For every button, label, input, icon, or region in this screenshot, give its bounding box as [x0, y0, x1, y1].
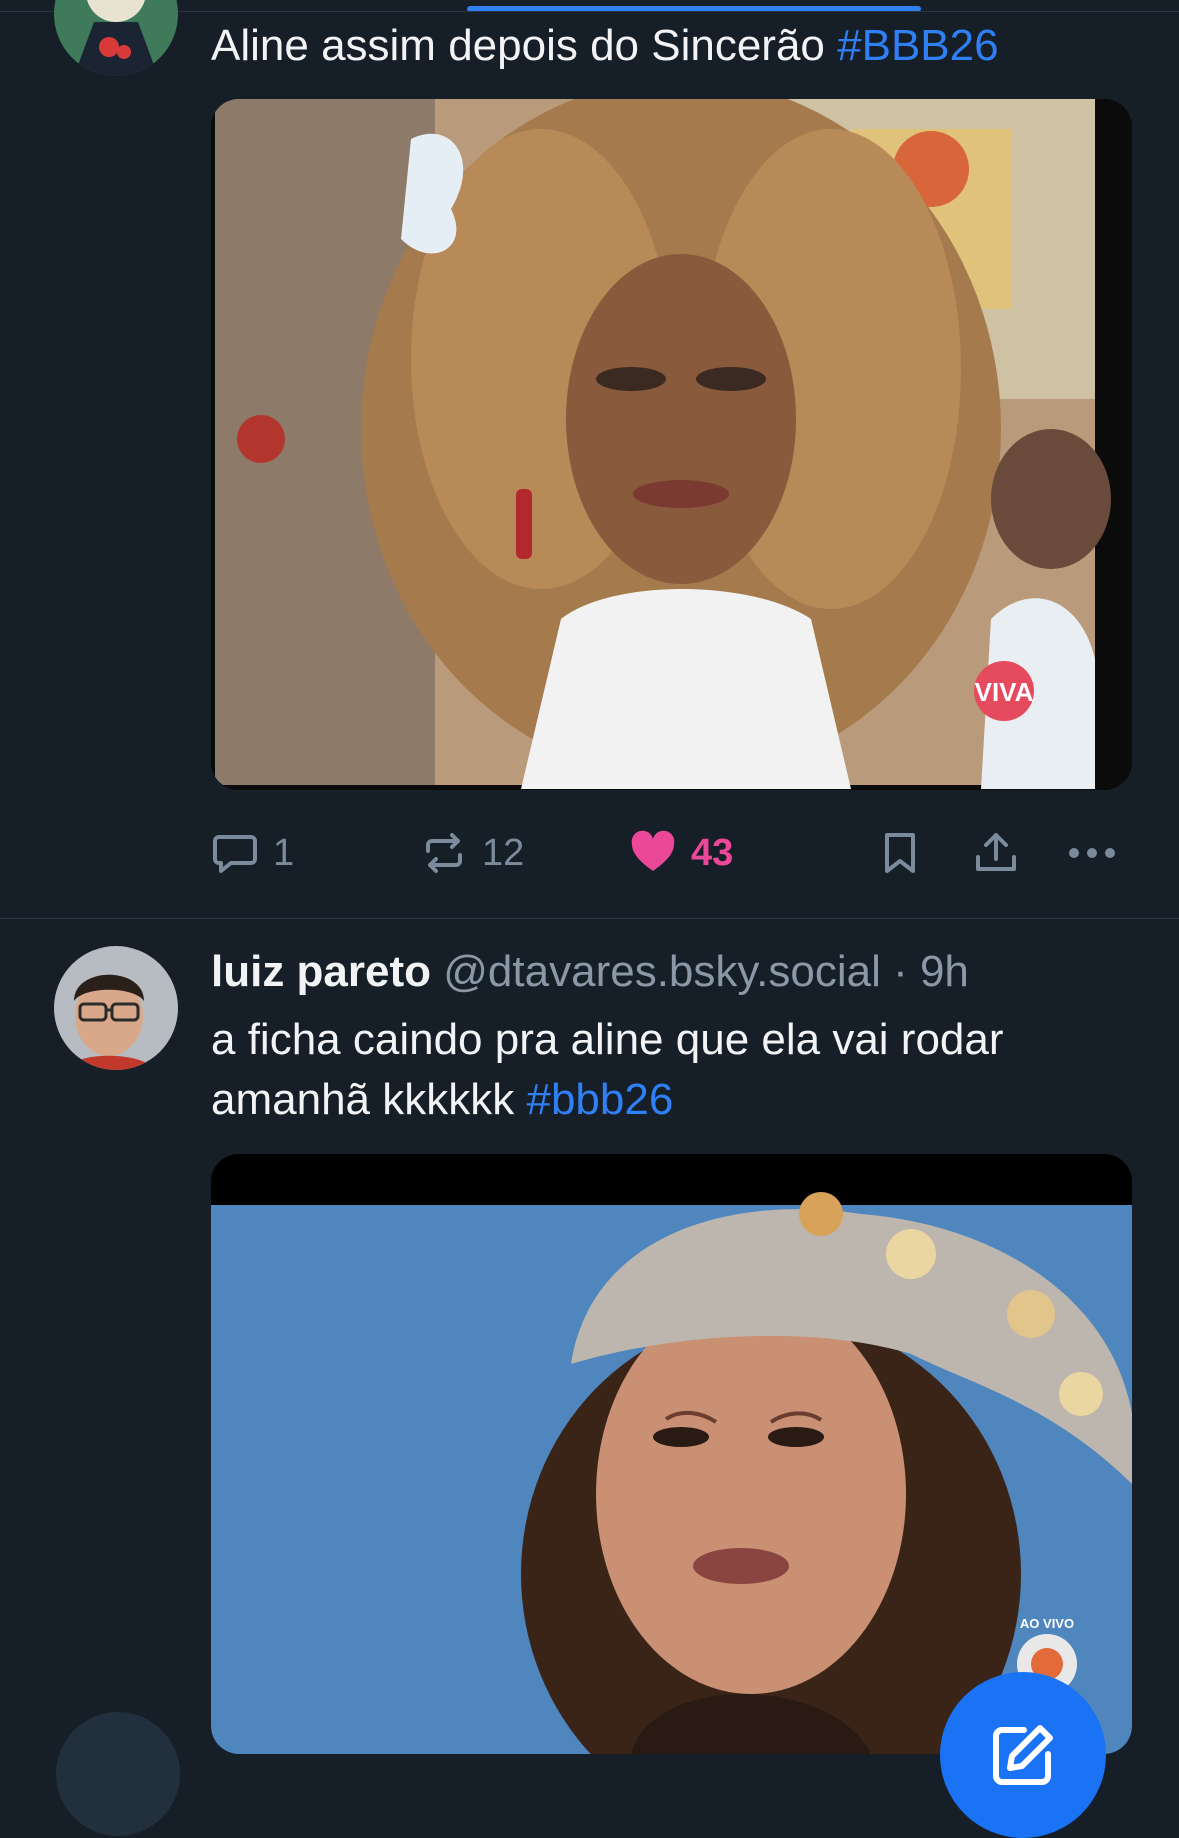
post-2-hashtag[interactable]: #bbb26	[526, 1075, 673, 1124]
post-divider	[0, 918, 1179, 919]
post-1-avatar[interactable]	[54, 0, 178, 76]
meta-separator: ·	[880, 947, 920, 996]
share-icon	[972, 829, 1020, 877]
more-button[interactable]	[1067, 820, 1117, 886]
repost-icon	[420, 829, 468, 877]
reply-count: 1	[273, 831, 295, 874]
post-1-image[interactable]: VIVA	[211, 99, 1132, 790]
share-button[interactable]	[972, 820, 1020, 886]
post-1-body: Aline assim depois do Sincerão	[211, 21, 838, 70]
bookmark-button[interactable]	[877, 820, 923, 886]
repost-button[interactable]: 12	[420, 820, 524, 886]
post-1-text: Aline assim depois do Sincerão #BBB26	[211, 16, 1111, 76]
post-2-text: a ficha caindo pra aline que ela vai rod…	[211, 1010, 1111, 1130]
post-2-author-line: luiz pareto @dtavares.bsky.social · 9h	[211, 944, 969, 1000]
more-icon	[1067, 829, 1117, 877]
post-time[interactable]: 9h	[920, 947, 969, 996]
compose-button[interactable]	[940, 1672, 1106, 1838]
like-count: 43	[691, 831, 734, 874]
post-2-avatar[interactable]	[54, 946, 178, 1070]
post-1-hashtag[interactable]: #BBB26	[837, 21, 998, 70]
reply-button[interactable]: 1	[211, 820, 294, 886]
bookmark-icon	[877, 829, 923, 877]
author-handle[interactable]: @dtavares.bsky.social	[443, 947, 881, 996]
post-1-actions: 1 12 43	[211, 820, 1131, 886]
repost-count: 12	[482, 831, 525, 874]
next-post-avatar[interactable]	[56, 1712, 180, 1836]
reply-icon	[211, 829, 259, 877]
post-1-media-badge: VIVA	[975, 677, 1034, 707]
post-2-image[interactable]: AO VIVO	[211, 1154, 1132, 1754]
heart-icon	[629, 829, 677, 877]
author-name[interactable]: luiz pareto	[211, 947, 431, 996]
like-button[interactable]: 43	[629, 820, 733, 886]
post-2-media-caption: AO VIVO	[1020, 1616, 1074, 1631]
